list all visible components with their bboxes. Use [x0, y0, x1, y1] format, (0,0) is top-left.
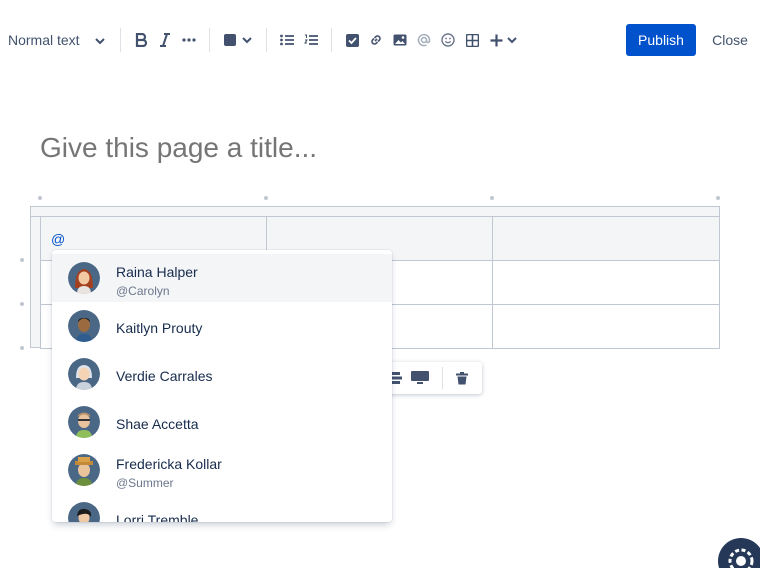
row-insert-dot[interactable] [20, 258, 24, 262]
mention-item[interactable]: Fredericka Kollar @Summer [52, 446, 392, 494]
mention-name: Lorri Tremble [116, 512, 199, 522]
table-cell[interactable] [492, 260, 720, 305]
full-width-icon[interactable] [410, 368, 430, 388]
toolbar-divider [442, 367, 443, 389]
page-title-input[interactable] [40, 128, 720, 168]
column-controls[interactable] [30, 206, 720, 216]
table-floating-toolbar [380, 362, 482, 394]
mention-handle: @Summer [116, 476, 174, 490]
image-icon[interactable] [390, 30, 410, 50]
mention-name: Verdie Carrales [116, 368, 213, 384]
mention-item[interactable]: Lorri Tremble [52, 494, 392, 522]
delete-icon[interactable] [452, 368, 472, 388]
editor-toolbar: Normal text Publish Close [0, 20, 760, 60]
text-style-dropdown[interactable]: Normal text [8, 30, 105, 50]
mention-name: Shae Accetta [116, 416, 199, 432]
chevron-down-icon [94, 34, 106, 50]
column-insert-dot[interactable] [264, 196, 268, 200]
mention-suggestions-list: Raina Halper @Carolyn Kaitlyn Prouty Ver… [52, 250, 392, 522]
publish-button[interactable]: Publish [626, 24, 696, 56]
help-icon [728, 548, 754, 568]
bullet-list-icon[interactable] [277, 30, 297, 50]
row-insert-dot[interactable] [20, 346, 24, 350]
mention-name: Fredericka Kollar [116, 456, 222, 472]
table-header-cell[interactable] [492, 216, 720, 261]
mention-handle: @Carolyn [116, 284, 170, 298]
mention-item[interactable]: Verdie Carrales [52, 350, 392, 398]
avatar [68, 262, 100, 294]
italic-icon[interactable] [155, 30, 175, 50]
toolbar-divider [120, 28, 121, 52]
mention-item[interactable]: Shae Accetta [52, 398, 392, 446]
toolbar-divider [266, 28, 267, 52]
column-insert-dot[interactable] [38, 196, 42, 200]
mention-name: Kaitlyn Prouty [116, 320, 203, 336]
avatar [68, 454, 100, 486]
column-insert-dot[interactable] [716, 196, 720, 200]
more-formatting-icon[interactable] [179, 30, 199, 50]
table-cell[interactable] [492, 304, 720, 349]
column-insert-dot[interactable] [490, 196, 494, 200]
close-button[interactable]: Close [706, 24, 754, 56]
toolbar-divider [209, 28, 210, 52]
numbered-list-icon[interactable] [301, 30, 321, 50]
mention-icon[interactable] [414, 30, 434, 50]
toolbar-divider [331, 28, 332, 52]
help-button[interactable] [718, 538, 760, 568]
bold-icon[interactable] [131, 30, 151, 50]
avatar [68, 358, 100, 390]
avatar [68, 310, 100, 342]
row-insert-dot[interactable] [20, 302, 24, 306]
avatar [68, 502, 100, 522]
emoji-icon[interactable] [438, 30, 458, 50]
mention-item[interactable]: Kaitlyn Prouty [52, 302, 392, 350]
text-style-label: Normal text [8, 32, 80, 48]
table-icon[interactable] [462, 30, 482, 50]
chevron-down-icon[interactable] [237, 30, 257, 50]
link-icon[interactable] [366, 30, 386, 50]
avatar [68, 406, 100, 438]
chevron-down-icon[interactable] [502, 30, 522, 50]
mention-item[interactable]: Raina Halper @Carolyn [52, 254, 392, 302]
mention-trigger-text: @ [51, 231, 66, 247]
mention-name: Raina Halper [116, 264, 198, 280]
action-item-icon[interactable] [342, 30, 362, 50]
